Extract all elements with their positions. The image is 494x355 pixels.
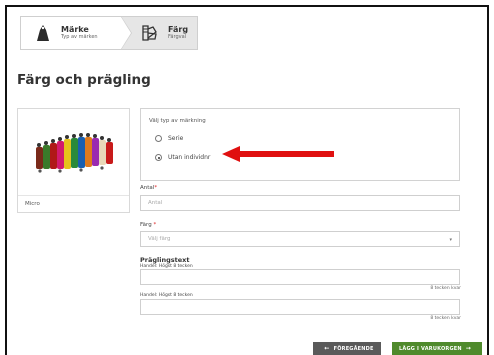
farg-label-text: Färg bbox=[140, 222, 152, 228]
step-title: Märke bbox=[61, 25, 89, 34]
colored-ear-tags-image bbox=[18, 109, 129, 194]
step-subtitle: Typ av märken bbox=[61, 34, 98, 40]
radio-utan-individnr[interactable] bbox=[155, 154, 162, 161]
divider bbox=[18, 195, 129, 196]
radio-serie[interactable] bbox=[155, 135, 162, 142]
pragling-line1-input[interactable] bbox=[140, 269, 460, 285]
required-mark: * bbox=[153, 222, 157, 228]
product-name: Micro bbox=[25, 201, 40, 207]
option-serie[interactable]: Serie bbox=[155, 135, 183, 142]
previous-button[interactable]: ← FÖREGÅENDE bbox=[313, 342, 381, 355]
required-mark: * bbox=[154, 185, 158, 191]
farg-label: Färg * bbox=[140, 222, 156, 228]
previous-button-label: FÖREGÅENDE bbox=[333, 345, 374, 352]
arrow-right-icon: → bbox=[465, 345, 471, 352]
step-subtitle: Färgval bbox=[168, 34, 187, 40]
option-label: Utan individnr bbox=[168, 154, 211, 161]
product-card[interactable]: Micro bbox=[17, 108, 130, 213]
tag-icon bbox=[33, 23, 53, 43]
marking-type-label: Välj typ av märkning bbox=[149, 118, 206, 124]
arrow-left-icon: ← bbox=[324, 345, 330, 352]
antal-placeholder: Antal bbox=[148, 200, 163, 206]
step-progress-bar: Märke Typ av märken Färg Färgval bbox=[20, 16, 198, 50]
page-title: Färg och prägling bbox=[17, 72, 151, 88]
line2-label: Handel: Högst 8 tecken bbox=[140, 293, 193, 298]
option-label: Serie bbox=[168, 135, 184, 142]
step-title: Färg bbox=[168, 25, 189, 34]
farg-select[interactable]: Välj färg ▾ bbox=[140, 231, 460, 247]
color-swatch-icon bbox=[140, 23, 160, 43]
annotation-arrow-icon bbox=[222, 146, 337, 162]
chevron-down-icon: ▾ bbox=[449, 237, 452, 243]
marking-type-panel: Välj typ av märkning Serie Utan individn… bbox=[140, 108, 460, 181]
add-to-cart-label: LÄGG I VARUKORGEN bbox=[398, 345, 462, 352]
antal-label: Antal* bbox=[140, 185, 157, 191]
antal-input[interactable]: Antal bbox=[140, 195, 460, 211]
farg-placeholder: Välj färg bbox=[148, 236, 171, 242]
line1-hint: 8 tecken kvar bbox=[430, 286, 461, 291]
pragling-title: Präglingstext bbox=[140, 256, 190, 264]
option-utan-individnr[interactable]: Utan individnr bbox=[155, 154, 210, 161]
add-to-cart-button[interactable]: LÄGG I VARUKORGEN → bbox=[392, 342, 482, 355]
step-marke[interactable]: Märke Typ av märken bbox=[20, 16, 132, 50]
pragling-line2-input[interactable] bbox=[140, 299, 460, 315]
antal-label-text: Antal bbox=[140, 185, 155, 191]
step-farg[interactable]: Färg Färgval bbox=[121, 16, 198, 50]
line2-hint: 8 tecken kvar bbox=[430, 316, 461, 321]
